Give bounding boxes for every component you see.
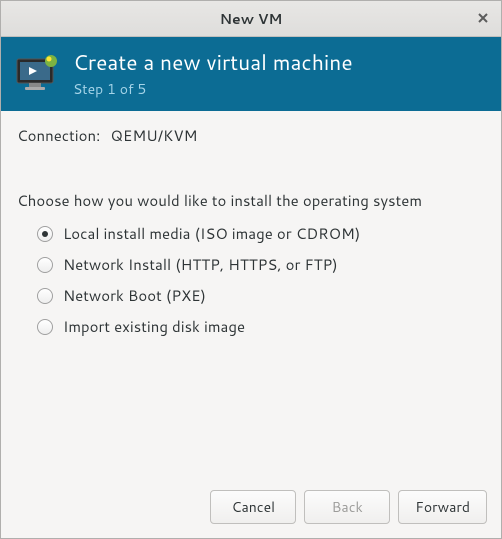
back-button: Back [304,490,390,524]
header-step: Step 1 of 5 [73,79,353,99]
close-icon [477,9,489,29]
radio-option-import-disk[interactable]: Import existing disk image [37,316,485,337]
choose-label: Choose how you would like to install the… [17,190,485,211]
connection-row: Connection: QEMU/KVM [17,125,485,146]
titlebar: New VM [1,1,501,37]
header-banner: Create a new virtual machine Step 1 of 5 [1,37,501,111]
connection-value: QEMU/KVM [110,125,197,146]
window-title: New VM [220,9,283,29]
install-method-radio-group: Local install media (ISO image or CDROM)… [17,223,485,337]
connection-label: Connection: [17,125,100,146]
cancel-button[interactable]: Cancel [210,490,296,524]
radio-option-network-install[interactable]: Network Install (HTTP, HTTPS, or FTP) [37,254,485,275]
back-button-label: Back [332,497,363,517]
header-title: Create a new virtual machine [73,47,353,77]
radio-icon [37,319,53,335]
content-area: Connection: QEMU/KVM Choose how you woul… [1,111,501,478]
radio-label: Import existing disk image [63,316,245,337]
vm-monitor-icon [15,55,59,91]
radio-icon [37,288,53,304]
new-vm-window: New VM Create a new virtual machine Step… [0,0,502,539]
close-button[interactable] [473,9,493,29]
cancel-button-label: Cancel [232,497,276,517]
radio-icon [37,226,53,242]
radio-option-local-media[interactable]: Local install media (ISO image or CDROM) [37,223,485,244]
header-text: Create a new virtual machine Step 1 of 5 [73,47,353,99]
radio-option-network-boot[interactable]: Network Boot (PXE) [37,285,485,306]
radio-label: Network Install (HTTP, HTTPS, or FTP) [63,254,338,275]
radio-icon [37,257,53,273]
forward-button[interactable]: Forward [398,490,487,524]
radio-label: Local install media (ISO image or CDROM) [63,223,360,244]
forward-button-label: Forward [415,497,470,517]
radio-label: Network Boot (PXE) [63,285,206,306]
button-bar: Cancel Back Forward [1,478,501,538]
